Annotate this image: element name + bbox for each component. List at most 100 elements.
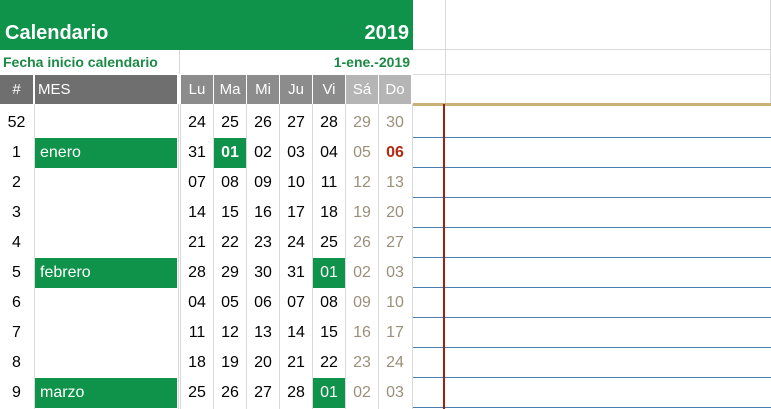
day-cell[interactable]: 14 [181,198,213,228]
day-cell[interactable]: 12 [214,318,246,348]
column-gridline [34,104,35,409]
month-cell[interactable]: marzo [35,378,177,408]
day-cell[interactable]: 24 [379,348,411,378]
day-cell[interactable]: 25 [313,228,345,258]
day-cell[interactable]: 26 [247,108,279,138]
week-number-cell[interactable]: 7 [0,318,33,348]
day-cell[interactable]: 22 [214,228,246,258]
week-number-header: # [0,75,33,104]
day-cell[interactable]: 31 [181,138,213,168]
day-cell[interactable]: 10 [379,288,411,318]
day-cell[interactable]: 09 [247,168,279,198]
cell-divider [179,50,180,74]
day-cell[interactable]: 21 [280,348,312,378]
month-cell[interactable] [35,318,177,348]
day-cell[interactable]: 11 [181,318,213,348]
month-cell[interactable] [35,108,177,138]
day-cell[interactable]: 17 [379,318,411,348]
start-date-value[interactable]: 1-ene.-2019 [334,54,410,70]
day-cell[interactable]: 16 [346,318,378,348]
day-cell[interactable]: 24 [181,108,213,138]
day-cell[interactable]: 18 [313,198,345,228]
week-number-cell[interactable]: 1 [0,138,33,168]
row-gridline [413,257,771,258]
day-cell[interactable]: 19 [346,198,378,228]
day-cell[interactable]: 12 [346,168,378,198]
day-cell[interactable]: 27 [247,378,279,408]
month-cell[interactable]: febrero [35,258,177,288]
day-cell[interactable]: 08 [313,288,345,318]
day-cell[interactable]: 25 [214,108,246,138]
day-cell[interactable]: 13 [247,318,279,348]
day-cell[interactable]: 30 [379,108,411,138]
row-gridline [413,167,771,168]
day-cell[interactable]: 01 [214,138,246,168]
day-cell[interactable]: 01 [313,258,345,288]
day-cell[interactable]: 05 [346,138,378,168]
day-cell[interactable]: 25 [181,378,213,408]
month-cell[interactable] [35,348,177,378]
week-number-cell[interactable]: 6 [0,288,33,318]
day-cell[interactable]: 03 [379,258,411,288]
month-cell[interactable] [35,168,177,198]
column-gridline [412,104,413,409]
week-number-cell[interactable]: 9 [0,378,33,408]
month-cell[interactable] [35,228,177,258]
day-cell[interactable]: 15 [214,198,246,228]
day-cell[interactable]: 31 [280,258,312,288]
day-cell[interactable]: 15 [313,318,345,348]
day-cell[interactable]: 22 [313,348,345,378]
day-cell[interactable]: 04 [313,138,345,168]
day-cell[interactable]: 11 [313,168,345,198]
week-number-cell[interactable]: 5 [0,258,33,288]
day-cell[interactable]: 18 [181,348,213,378]
day-cell[interactable]: 07 [181,168,213,198]
day-cell[interactable]: 23 [346,348,378,378]
week-number-cell[interactable]: 52 [0,108,33,138]
day-cell[interactable]: 03 [379,378,411,408]
day-cell[interactable]: 20 [379,198,411,228]
day-cell[interactable]: 03 [280,138,312,168]
day-cell[interactable]: 07 [280,288,312,318]
day-cell[interactable]: 28 [280,378,312,408]
day-cell[interactable]: 09 [346,288,378,318]
day-cell[interactable]: 13 [379,168,411,198]
day-cell[interactable]: 26 [214,378,246,408]
month-cell[interactable] [35,198,177,228]
calendar-year[interactable]: 2019 [365,22,410,45]
day-cell[interactable]: 01 [313,378,345,408]
day-cell[interactable]: 20 [247,348,279,378]
month-cell[interactable] [35,288,177,318]
day-cell[interactable]: 16 [247,198,279,228]
day-cell[interactable]: 02 [346,258,378,288]
day-cell[interactable]: 06 [247,288,279,318]
day-cell[interactable]: 26 [346,228,378,258]
day-cell[interactable]: 23 [247,228,279,258]
day-cell[interactable]: 04 [181,288,213,318]
week-number-cell[interactable]: 2 [0,168,33,198]
week-number-cell[interactable]: 8 [0,348,33,378]
day-cell[interactable]: 29 [346,108,378,138]
day-cell[interactable]: 08 [214,168,246,198]
day-cell[interactable]: 24 [280,228,312,258]
day-cell[interactable]: 06 [379,138,411,168]
day-cell[interactable]: 02 [346,378,378,408]
week-number-cell[interactable]: 3 [0,198,33,228]
day-cell[interactable]: 10 [280,168,312,198]
day-cell[interactable]: 21 [181,228,213,258]
day-cell[interactable]: 14 [280,318,312,348]
day-cell[interactable]: 28 [313,108,345,138]
day-cell[interactable]: 30 [247,258,279,288]
week-number-cell[interactable]: 4 [0,228,33,258]
day-cell[interactable]: 02 [247,138,279,168]
column-gridline [178,104,179,409]
month-cell[interactable]: enero [35,138,177,168]
day-cell[interactable]: 28 [181,258,213,288]
day-cell[interactable]: 05 [214,288,246,318]
day-cell[interactable]: 17 [280,198,312,228]
day-cell[interactable]: 29 [214,258,246,288]
day-cell[interactable]: 27 [379,228,411,258]
weekday-header: Lu [181,75,213,104]
day-cell[interactable]: 27 [280,108,312,138]
day-cell[interactable]: 19 [214,348,246,378]
